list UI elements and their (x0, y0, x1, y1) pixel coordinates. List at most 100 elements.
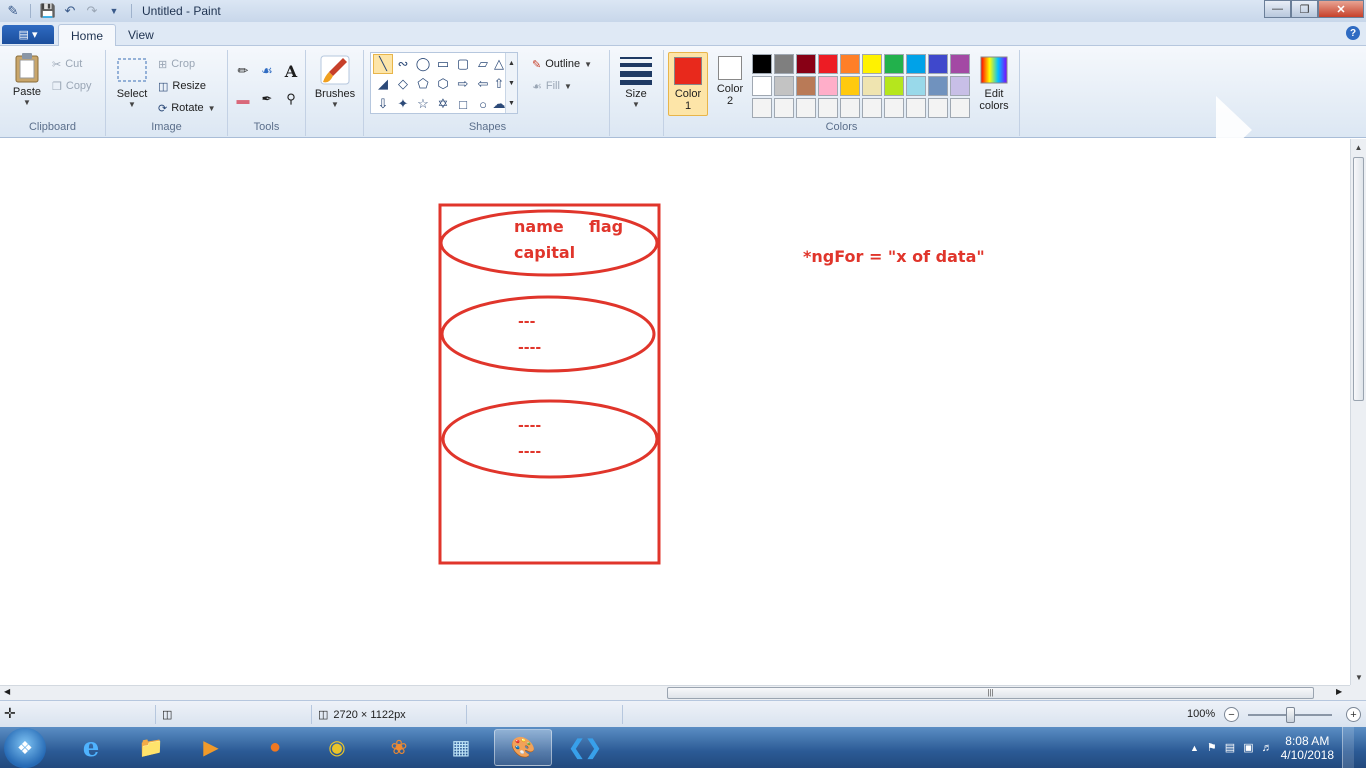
zoom-in-icon[interactable]: + (1346, 707, 1361, 722)
save-icon[interactable]: 💾 (39, 2, 57, 20)
color-swatch[interactable] (950, 54, 970, 74)
copy-button[interactable]: ❐ Copy (52, 76, 92, 96)
five-point-star-shape-icon[interactable]: ☆ (413, 94, 433, 114)
down-arrow-shape-icon[interactable]: ⇩ (373, 94, 393, 114)
chevron-down-icon[interactable]: ▼ (1351, 669, 1366, 685)
color-swatch[interactable] (752, 54, 772, 74)
horizontal-scrollbar[interactable]: ◀ ||| ▶ (0, 685, 1350, 700)
media-player-icon[interactable]: ▶ (182, 729, 240, 766)
chevron-up-icon[interactable]: ▲ (508, 60, 515, 67)
color-swatch[interactable] (840, 54, 860, 74)
six-point-star-shape-icon[interactable]: ✡ (433, 94, 453, 114)
color-swatch[interactable] (862, 54, 882, 74)
show-hidden-icons-icon[interactable]: ▲ (1190, 743, 1199, 753)
color-swatch[interactable] (906, 76, 926, 96)
magnifier-icon[interactable]: ⚲ (280, 88, 302, 110)
resize-button[interactable]: ◫ Resize (158, 76, 206, 96)
color1-button[interactable]: Color 1 (668, 52, 708, 116)
chevron-left-icon[interactable]: ◀ (4, 687, 10, 696)
rounded-rectangle-shape-icon[interactable]: ▢ (453, 54, 473, 74)
zoom-out-icon[interactable]: − (1224, 707, 1239, 722)
chevron-up-icon[interactable]: ▲ (1351, 139, 1366, 155)
chevron-right-icon[interactable]: ▶ (1336, 687, 1342, 696)
four-point-star-shape-icon[interactable]: ✦ (393, 94, 413, 114)
curve-shape-icon[interactable]: ∾ (393, 54, 413, 74)
color-swatch[interactable] (818, 76, 838, 96)
color-swatch[interactable] (840, 76, 860, 96)
horizontal-scroll-thumb[interactable]: ||| (667, 687, 1314, 699)
diamond-shape-icon[interactable]: ◇ (393, 74, 413, 94)
file-menu-button[interactable]: ▤ ▾ (2, 25, 54, 44)
color-swatch[interactable] (774, 76, 794, 96)
tab-view[interactable]: View (116, 24, 166, 46)
app-flower-icon[interactable]: ❀ (370, 729, 428, 766)
color-swatch[interactable] (796, 76, 816, 96)
video-play-icon[interactable] (1216, 96, 1252, 164)
right-arrow-shape-icon[interactable]: ⇨ (453, 74, 473, 94)
pentagon-shape-icon[interactable]: ⬠ (413, 74, 433, 94)
color-swatch[interactable] (906, 54, 926, 74)
color2-button[interactable]: Color 2 (710, 52, 750, 116)
color-swatch[interactable] (884, 76, 904, 96)
fill-button[interactable]: ☙ Fill ▼ (532, 76, 572, 96)
color-swatch[interactable] (862, 76, 882, 96)
zoom-slider-thumb[interactable] (1286, 707, 1295, 723)
paint-taskbar-icon[interactable]: 🎨 (494, 729, 552, 766)
action-center-flag-icon[interactable]: ⚑ (1207, 741, 1217, 754)
color-swatch[interactable] (928, 54, 948, 74)
color-picker-icon[interactable]: ✒ (256, 88, 278, 110)
internet-explorer-icon[interactable]: e (62, 729, 120, 766)
chrome-icon[interactable]: ◉ (308, 729, 366, 766)
oval-shape-icon[interactable]: ◯ (413, 54, 433, 74)
expand-gallery-icon[interactable]: ▼ (508, 100, 515, 107)
color-swatch[interactable] (928, 76, 948, 96)
vertical-scrollbar[interactable]: ▲ ▼ (1350, 139, 1366, 685)
hexagon-shape-icon[interactable]: ⬡ (433, 74, 453, 94)
help-icon[interactable]: ? (1346, 26, 1360, 40)
paint-app-icon[interactable]: ✎ (4, 2, 22, 20)
device-icon[interactable]: ▤ (1225, 741, 1235, 754)
color-swatch[interactable] (752, 76, 772, 96)
show-desktop-button[interactable] (1342, 727, 1354, 768)
customize-qat-icon[interactable]: ▼ (105, 2, 123, 20)
select-button[interactable]: Select ▼ (112, 54, 152, 109)
pencil-icon[interactable]: ✏ (232, 60, 254, 82)
clock[interactable]: 8:08 AM 4/10/2018 (1281, 734, 1334, 762)
minimize-button[interactable]: — (1264, 0, 1291, 18)
text-tool-icon[interactable]: A (280, 60, 302, 82)
size-button[interactable]: Size ▼ (616, 54, 656, 109)
firefox-icon[interactable]: ● (246, 729, 304, 766)
maximize-button[interactable]: ❐ (1291, 0, 1318, 18)
outline-button[interactable]: ✎ Outline ▼ (532, 54, 592, 74)
redo-icon[interactable]: ↷ (83, 2, 101, 20)
fill-bucket-icon[interactable]: ☙ (256, 60, 278, 82)
crop-button[interactable]: ⊞ Crop (158, 54, 195, 74)
network-icon[interactable]: ▣ (1243, 741, 1253, 754)
brushes-button[interactable]: Brushes ▼ (312, 54, 358, 109)
right-triangle-shape-icon[interactable]: ◢ (373, 74, 393, 94)
color-swatch[interactable] (818, 54, 838, 74)
color-swatch[interactable] (884, 54, 904, 74)
eraser-icon[interactable]: ▬ (232, 88, 254, 110)
rectangle-shape-icon[interactable]: ▭ (433, 54, 453, 74)
rounded-callout-shape-icon[interactable]: □ (453, 94, 473, 114)
chevron-down-icon[interactable]: ▼ (508, 80, 515, 87)
vertical-scroll-thumb[interactable] (1353, 157, 1364, 401)
paste-button[interactable]: Paste ▼ (8, 52, 46, 107)
undo-icon[interactable]: ↶ (61, 2, 79, 20)
rotate-button[interactable]: ⟳ Rotate ▼ (158, 98, 216, 118)
vscode-icon[interactable]: ❮❯ (556, 729, 614, 766)
shapes-gallery-scroller[interactable]: ▲ ▼ ▼ (505, 53, 517, 113)
cut-button[interactable]: ✂ Cut (52, 54, 82, 74)
close-button[interactable]: ✕ (1318, 0, 1364, 18)
start-button[interactable]: ❖ (4, 728, 46, 768)
volume-icon[interactable]: ♬ (1262, 742, 1273, 754)
drawing-canvas[interactable]: name flag capital --- ---- ---- ---- *ng… (0, 139, 1350, 685)
line-shape-icon[interactable]: ╲ (373, 54, 393, 74)
tab-home[interactable]: Home (58, 24, 117, 46)
color-swatch[interactable] (950, 76, 970, 96)
app-window-icon[interactable]: ▦ (432, 729, 490, 766)
edit-colors-button[interactable]: Edit colors (974, 54, 1014, 112)
file-explorer-icon[interactable]: 📁 (122, 729, 180, 766)
color-swatch[interactable] (774, 54, 794, 74)
